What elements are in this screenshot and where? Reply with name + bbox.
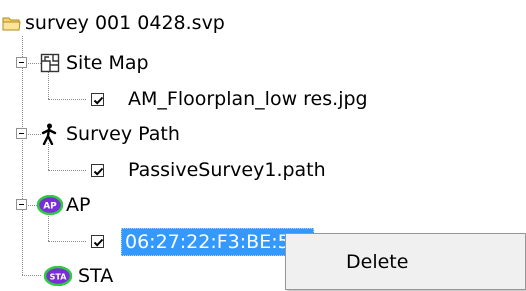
floorplan-icon: [40, 53, 60, 78]
tree-node-floorplan-file[interactable]: AM_Floorplan_low res.jpg: [0, 86, 380, 112]
tree-node-root[interactable]: survey 001 0428.svp: [0, 10, 300, 36]
checkbox[interactable]: [91, 93, 104, 106]
collapse-toggle[interactable]: [16, 199, 27, 210]
menu-item-label: Delete: [346, 251, 409, 273]
checkbox[interactable]: [91, 235, 104, 248]
walking-person-icon: [40, 123, 58, 150]
tree-node-sta[interactable]: STA STA: [0, 263, 200, 289]
context-menu: Delete: [285, 233, 526, 290]
tree-node-label: AP: [66, 194, 91, 216]
tree-node-ap-item[interactable]: 06:27:22:F3:BE:50: [0, 228, 320, 256]
collapse-toggle[interactable]: [16, 128, 27, 139]
tree-node-label: Site Map: [66, 52, 149, 74]
ap-badge-icon: AP: [36, 194, 64, 220]
tree-node-label: PassiveSurvey1.path: [128, 159, 326, 181]
tree-node-ap[interactable]: AP AP: [0, 192, 300, 218]
sta-badge-icon: STA: [43, 265, 73, 291]
folder-icon: [2, 14, 21, 36]
context-menu-item-delete[interactable]: Delete: [287, 244, 524, 280]
tree-node-site-map[interactable]: Site Map: [0, 50, 300, 76]
tree-node-path-file[interactable]: PassiveSurvey1.path: [0, 157, 380, 183]
tree-node-label: Survey Path: [66, 123, 180, 145]
tree-node-label: survey 001 0428.svp: [25, 12, 225, 34]
svg-text:STA: STA: [50, 273, 68, 282]
tree-node-label: AM_Floorplan_low res.jpg: [128, 88, 368, 110]
tree-node-label: STA: [78, 265, 114, 287]
collapse-toggle[interactable]: [16, 57, 27, 68]
svg-text:AP: AP: [43, 202, 57, 212]
checkbox[interactable]: [91, 164, 104, 177]
tree-node-survey-path[interactable]: Survey Path: [0, 121, 300, 147]
